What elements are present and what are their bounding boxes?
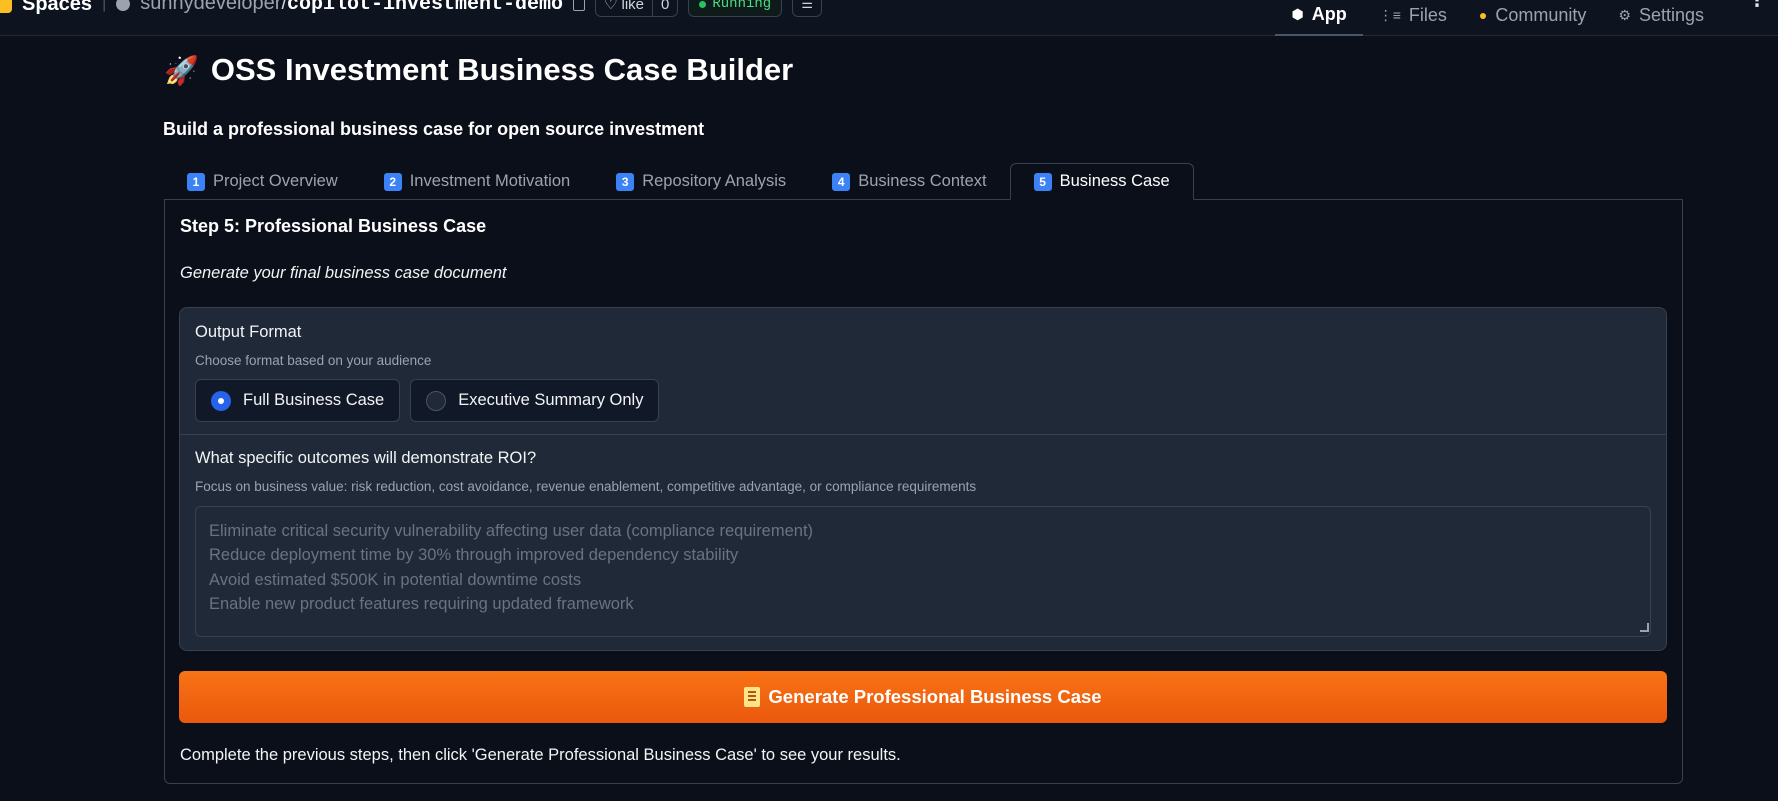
generate-business-case-button[interactable]: Generate Professional Business Case: [179, 671, 1667, 723]
tab-business-case[interactable]: 5 Business Case: [1009, 163, 1194, 200]
top-bar: Spaces | sunnydeveloper/copilot-investme…: [0, 0, 1778, 36]
rocket-icon: 🚀: [164, 54, 199, 86]
nav-tab-app[interactable]: ⬢ App: [1275, 0, 1363, 36]
gear-icon: ⚙: [1618, 6, 1631, 23]
keycap-3-icon: 3: [616, 172, 635, 191]
output-format-info: Choose format based on your audience: [195, 353, 432, 368]
page-subtitle: Build a professional business case for o…: [163, 119, 705, 139]
radio-unchecked-icon[interactable]: [426, 390, 447, 411]
step-tabs: 1 Project Overview 2 Investment Motivati…: [164, 163, 1194, 200]
tab-repository-analysis[interactable]: 3 Repository Analysis: [593, 163, 809, 200]
repo-path: sunnydeveloper/copilot-investment-demo: [140, 0, 563, 16]
keycap-5-icon: 5: [1033, 172, 1052, 191]
divider: |: [102, 0, 107, 12]
page-title: 🚀 OSS Investment Business Case Builder: [164, 52, 793, 88]
space-nav: ⬢ App ⋮≡ Files ● Community ⚙ Settings ⋮: [1275, 0, 1778, 36]
radio-label: Executive Summary Only: [458, 391, 644, 409]
nav-tab-label: Files: [1408, 4, 1447, 25]
copy-icon[interactable]: [573, 0, 586, 11]
logs-button[interactable]: ☰: [792, 0, 823, 17]
status-text: Running: [712, 0, 772, 12]
nav-tab-label: Settings: [1638, 4, 1704, 25]
result-output: Complete the previous steps, then click …: [180, 746, 901, 764]
output-format-group: Output Format Choose format based on you…: [180, 308, 1666, 435]
kebab-menu-icon: ⋮: [1748, 0, 1766, 10]
page-title-text: OSS Investment Business Case Builder: [210, 52, 794, 87]
nav-tab-label: Community: [1495, 4, 1587, 25]
nav-tab-community[interactable]: ● Community: [1463, 0, 1603, 36]
output-format-label: Output Format: [195, 323, 302, 341]
community-icon: ●: [1478, 7, 1488, 23]
tab-label: Business Case: [1059, 172, 1170, 190]
like-count[interactable]: 0: [653, 0, 677, 13]
more-options-button[interactable]: ⋮: [1742, 0, 1772, 20]
nav-tab-settings[interactable]: ⚙ Settings: [1602, 0, 1720, 36]
spaces-link[interactable]: Spaces: [22, 0, 92, 16]
radio-full-business-case[interactable]: Full Business Case: [195, 379, 401, 422]
tab-project-overview[interactable]: 1 Project Overview: [164, 163, 361, 200]
roi-textarea[interactable]: Eliminate critical security vulnerabilit…: [195, 506, 1651, 637]
like-toggle[interactable]: ♡ like: [596, 0, 654, 16]
radio-executive-summary[interactable]: Executive Summary Only: [410, 379, 660, 422]
heart-icon: ♡: [604, 0, 618, 13]
output-format-radio-group: Full Business Case Executive Summary Onl…: [195, 379, 660, 422]
roi-label: What specific outcomes will demonstrate …: [195, 449, 537, 467]
tab-panel: Step 5: Professional Business Case Gener…: [164, 199, 1683, 784]
like-label: like: [621, 0, 645, 13]
resize-handle-icon[interactable]: [1640, 623, 1649, 632]
status-dot-icon: [699, 0, 707, 8]
keycap-2-icon: 2: [383, 172, 402, 191]
like-button[interactable]: ♡ like 0: [595, 0, 679, 17]
repo-name-link[interactable]: copilot-investment-demo: [287, 0, 563, 16]
tab-business-context[interactable]: 4 Business Context: [809, 163, 1009, 200]
nav-tab-label: App: [1311, 3, 1347, 24]
tab-label: Investment Motivation: [409, 172, 571, 190]
nav-tab-files[interactable]: ⋮≡ Files: [1363, 0, 1463, 36]
files-icon: ⋮≡: [1378, 6, 1401, 23]
radio-checked-icon[interactable]: [211, 390, 231, 411]
step-description: Generate your final business case docume…: [180, 264, 507, 282]
tab-label: Business Context: [858, 172, 987, 190]
tab-label: Project Overview: [213, 172, 338, 190]
tab-label: Repository Analysis: [642, 172, 787, 190]
status-badge[interactable]: Running: [688, 0, 783, 17]
spaces-logo-icon[interactable]: [0, 0, 12, 13]
generate-button-label: Generate Professional Business Case: [768, 686, 1102, 707]
step-title: Step 5: Professional Business Case: [180, 216, 487, 236]
form-box: Output Format Choose format based on you…: [179, 307, 1667, 651]
owner-avatar[interactable]: [116, 0, 131, 11]
tab-investment-motivation[interactable]: 2 Investment Motivation: [361, 163, 594, 200]
radio-label: Full Business Case: [243, 391, 385, 409]
document-icon: [744, 687, 761, 707]
top-bar-left: Spaces | sunnydeveloper/copilot-investme…: [0, 0, 823, 18]
owner-link[interactable]: sunnydeveloper: [140, 0, 281, 14]
logs-icon: ☰: [801, 0, 813, 11]
cube-icon: ⬢: [1291, 5, 1304, 22]
roi-info: Focus on business value: risk reduction,…: [195, 479, 977, 494]
keycap-4-icon: 4: [832, 172, 851, 191]
keycap-1-icon: 1: [187, 172, 205, 191]
